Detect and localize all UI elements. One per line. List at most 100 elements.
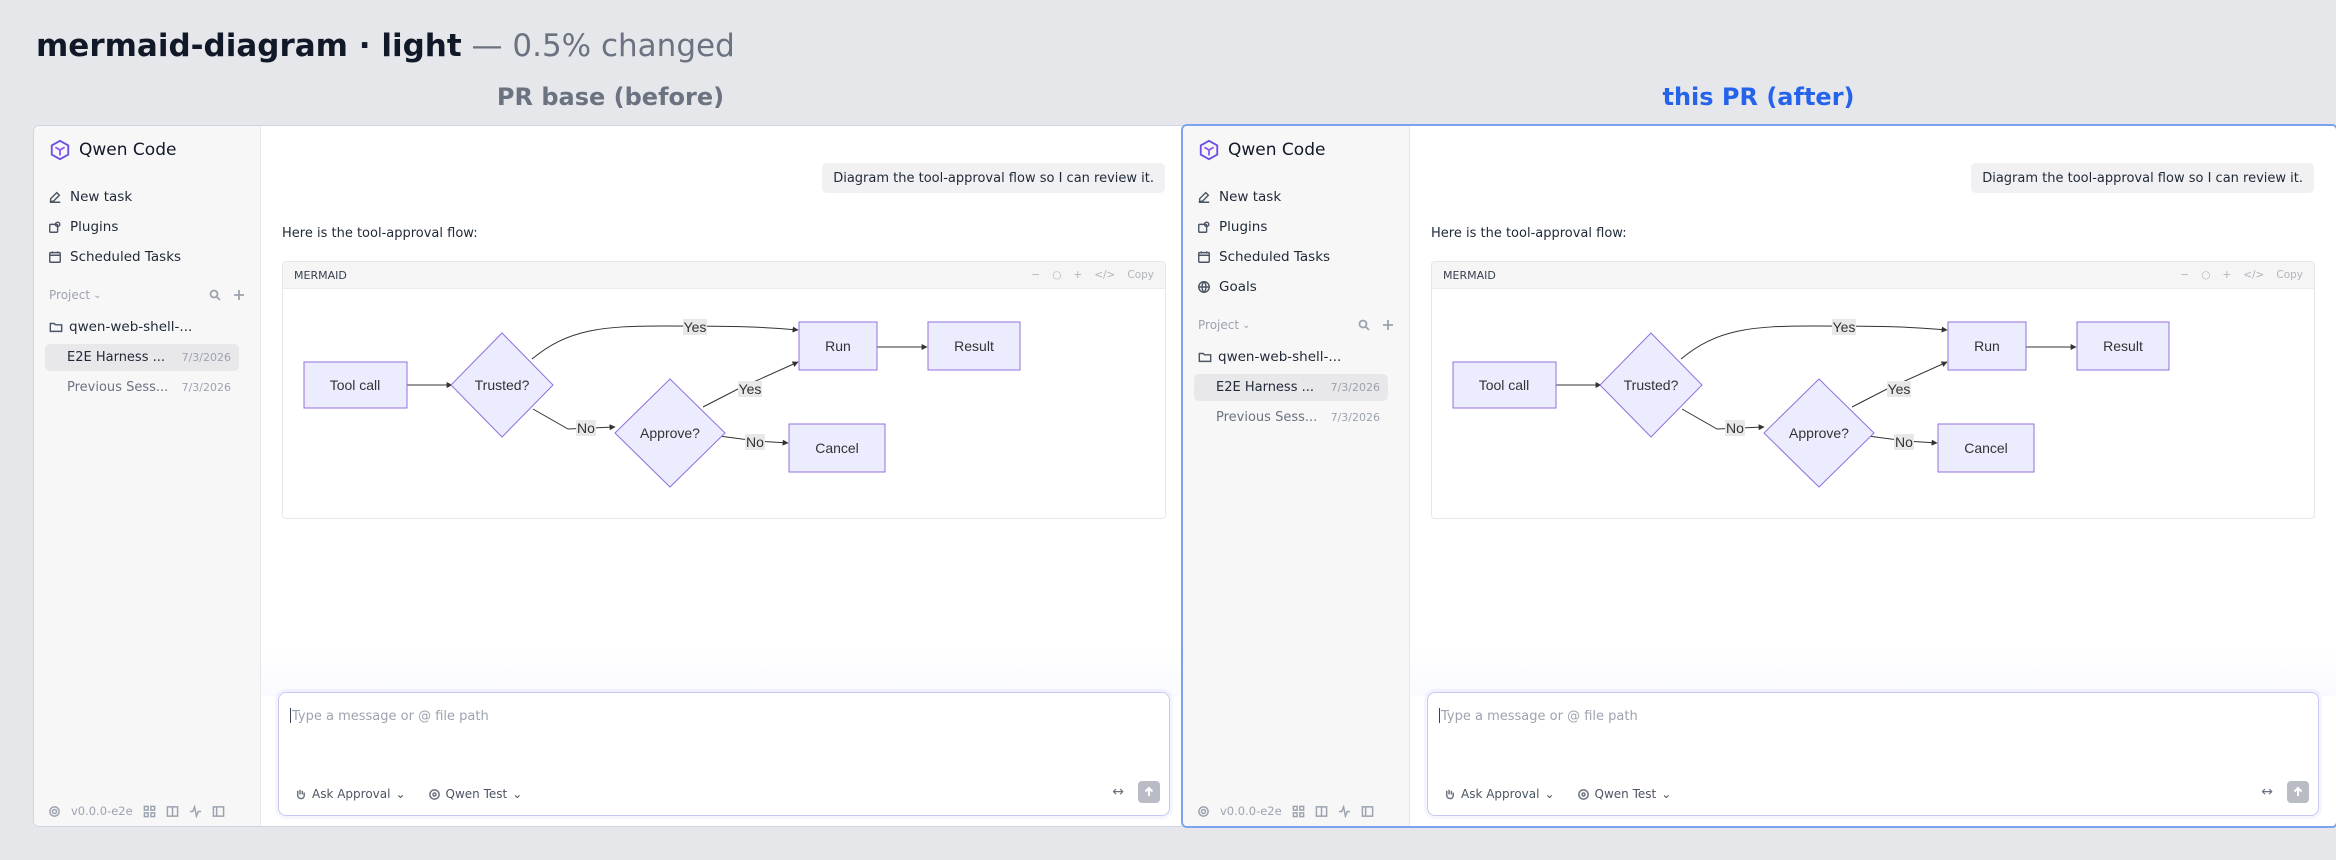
chevron-down-icon[interactable]: ⌄ (1242, 320, 1250, 331)
code-language-label: MERMAID (1443, 268, 1496, 282)
view-source-button[interactable]: </> (2243, 269, 2264, 281)
code-language-label: MERMAID (294, 268, 347, 282)
reset-zoom-button[interactable]: ○ (1052, 269, 1061, 281)
copy-button[interactable]: Copy (1127, 269, 1154, 281)
composer[interactable]: Type a message or @ file path Ask Approv… (1427, 692, 2319, 816)
flowchart: Yes No Yes No Tool call Trusted? Approve… (1452, 319, 2170, 488)
globe-icon (1198, 281, 1210, 294)
chat-area: Diagram the tool-approval flow so I can … (261, 126, 1187, 826)
app-name: Qwen Code (1228, 140, 1326, 160)
panel-icon[interactable] (1361, 805, 1374, 818)
gear-icon[interactable] (48, 805, 61, 818)
edge-trusted-run (531, 325, 799, 360)
message-input[interactable]: Type a message or @ file path (290, 708, 489, 724)
project-header: Project ⌄ (49, 285, 245, 305)
zoom-out-button[interactable]: − (2180, 269, 2189, 281)
plugins-label: Plugins (70, 219, 119, 235)
node-label-result: Result (954, 338, 994, 354)
search-icon[interactable] (209, 289, 221, 301)
calendar-clock-icon (49, 251, 61, 263)
grid-icon[interactable] (1292, 805, 1305, 818)
chevron-down-icon[interactable]: ⌄ (93, 290, 101, 301)
node-label-trusted: Trusted? (1624, 377, 1679, 393)
plugins-button[interactable]: Plugins (48, 215, 118, 239)
new-task-button[interactable]: New task (48, 185, 132, 209)
arrow-up-icon (1144, 786, 1154, 796)
project-folder[interactable]: qwen-web-shell-... (49, 316, 192, 338)
expand-icon[interactable]: ↔ (2261, 784, 2273, 800)
puzzle-icon (1198, 221, 1210, 233)
view-source-button[interactable]: </> (1094, 269, 1115, 281)
book-icon[interactable] (166, 805, 179, 818)
activity-icon[interactable] (1338, 804, 1351, 818)
edge-label-yes: Yes (1833, 319, 1856, 335)
send-button[interactable] (1138, 781, 1160, 803)
activity-icon[interactable] (189, 804, 202, 818)
edge-label-no: No (1895, 434, 1913, 450)
book-icon[interactable] (1315, 805, 1328, 818)
scheduled-tasks-label: Scheduled Tasks (70, 249, 182, 265)
node-label-tool-call: Tool call (330, 377, 381, 393)
page-title-subtitle: 0.5% changed (512, 28, 735, 64)
project-header: Project ⌄ (1198, 315, 1394, 335)
sidebar-footer: v0.0.0-e2e (1197, 804, 1374, 818)
approval-mode-label: Ask Approval (312, 787, 391, 801)
approval-mode-dropdown[interactable]: Ask Approval ⌄ (1443, 787, 1555, 801)
brand: Qwen Code (1198, 138, 1325, 162)
session-date: 7/3/2026 (181, 351, 231, 364)
gear-icon[interactable] (1197, 805, 1210, 818)
grid-icon[interactable] (143, 805, 156, 818)
session-item[interactable]: Previous Sess... 7/3/2026 (45, 374, 239, 401)
approval-mode-dropdown[interactable]: Ask Approval ⌄ (294, 787, 406, 801)
calendar-clock-icon (1198, 251, 1210, 263)
edge-label-no: No (1726, 420, 1744, 436)
composer[interactable]: Type a message or @ file path Ask Approv… (278, 692, 1170, 816)
zoom-in-button[interactable]: + (1073, 269, 1082, 281)
session-title: E2E Harness ... (67, 350, 166, 365)
edge-label-yes: Yes (1888, 381, 1911, 397)
model-dropdown[interactable]: Qwen Test ⌄ (428, 787, 522, 801)
mermaid-block: MERMAID − ○ + </> Copy Yes No Yes No Too… (282, 261, 1166, 519)
edge-label-no: No (577, 420, 595, 436)
plus-icon[interactable] (1382, 319, 1394, 331)
zoom-in-button[interactable]: + (2222, 269, 2231, 281)
model-label: Qwen Test (445, 787, 508, 801)
session-item[interactable]: E2E Harness ... 7/3/2026 (1194, 374, 1388, 401)
project-label: Project (1198, 318, 1240, 332)
sidebar-footer: v0.0.0-e2e (48, 804, 225, 818)
edge-label-yes: Yes (739, 381, 762, 397)
model-dropdown[interactable]: Qwen Test ⌄ (1577, 787, 1671, 801)
edge-label-no: No (746, 434, 764, 450)
user-message-text: Diagram the tool-approval flow so I can … (1982, 170, 2303, 186)
send-button[interactable] (2287, 781, 2309, 803)
goals-button[interactable]: Goals (1197, 275, 1257, 299)
panel-icon[interactable] (212, 805, 225, 818)
plus-icon[interactable] (233, 289, 245, 301)
edge-trusted-approve (1681, 408, 1765, 431)
reset-zoom-button[interactable]: ○ (2201, 269, 2210, 281)
project-folder[interactable]: qwen-web-shell-... (1198, 346, 1341, 368)
plugins-button[interactable]: Plugins (1197, 215, 1267, 239)
expand-icon[interactable]: ↔ (1112, 784, 1124, 800)
scheduled-tasks-button[interactable]: Scheduled Tasks (48, 245, 181, 269)
node-label-cancel: Cancel (815, 440, 859, 456)
project-folder-name: qwen-web-shell-... (69, 319, 193, 335)
session-item[interactable]: E2E Harness ... 7/3/2026 (45, 344, 239, 371)
session-date: 7/3/2026 (181, 381, 231, 394)
edge-label-yes: Yes (684, 319, 707, 335)
scheduled-tasks-button[interactable]: Scheduled Tasks (1197, 245, 1330, 269)
page-title-separator: — (471, 28, 503, 64)
new-task-label: New task (70, 189, 133, 205)
zoom-out-button[interactable]: − (1031, 269, 1040, 281)
search-icon[interactable] (1358, 319, 1370, 331)
model-icon (428, 788, 440, 800)
qwen-logo-icon (1199, 139, 1219, 161)
arrow-up-icon (2293, 786, 2303, 796)
qwen-logo-icon (50, 139, 70, 161)
text-caret (1439, 708, 1440, 723)
new-task-button[interactable]: New task (1197, 185, 1281, 209)
session-item[interactable]: Previous Sess... 7/3/2026 (1194, 404, 1388, 431)
plugins-label: Plugins (1219, 219, 1268, 235)
copy-button[interactable]: Copy (2276, 269, 2303, 281)
message-input[interactable]: Type a message or @ file path (1439, 708, 1638, 724)
